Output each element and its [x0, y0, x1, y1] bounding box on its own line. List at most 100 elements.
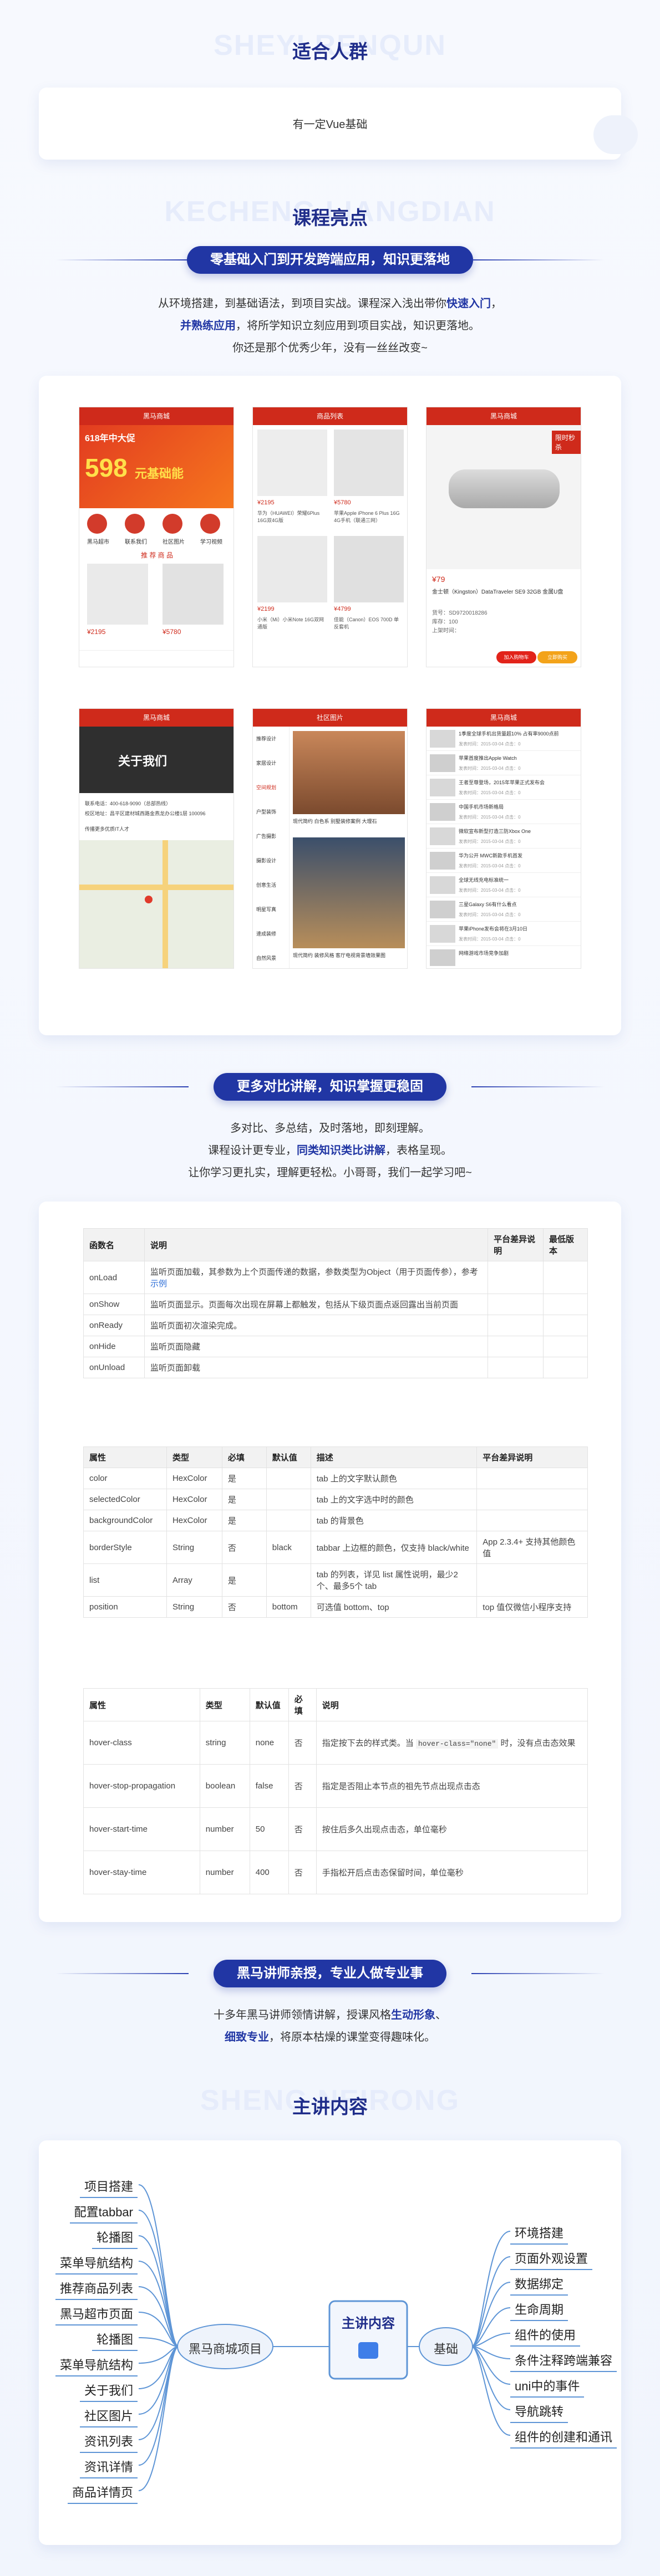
table-row: hover-start-time number 50 否按住后多久出现点击态，单位毫秒 [83, 1807, 588, 1851]
map-road [163, 840, 168, 968]
product-image[interactable] [87, 564, 148, 625]
news-item[interactable]: 华为公开 MWC新款手机首发 发表时间：2015-03-04 点击：0 [427, 849, 581, 873]
underline [79, 2197, 138, 2198]
news-item[interactable]: 全球无线充电标准统一 发表时间：2015-03-04 点击：0 [427, 873, 581, 897]
item-label: 关于我们 [84, 2384, 133, 2398]
community-photo[interactable] [293, 837, 405, 948]
category-tab[interactable]: 家居设计 [253, 751, 289, 775]
category-tab[interactable]: 明星写真 [253, 897, 289, 922]
banner-unit: 元基础能 [135, 467, 184, 481]
table-cell: 按住后多久出现点击态，单位毫秒 [316, 1807, 588, 1851]
underline [92, 2350, 138, 2351]
category-tab[interactable]: 创意生活 [253, 873, 289, 897]
news-item[interactable]: 三星Galaxy S6有什么看点 发表时间：2015-03-04 点击：0 [427, 897, 581, 922]
category-tab[interactable]: 自然风景 [253, 946, 289, 968]
tables-card: 函数名 说明 平台差异说明 最低版本 onLoad 监听页面加载，其参数为上个页… [39, 1202, 621, 1922]
divider-line [471, 259, 605, 260]
table-cell [488, 1294, 544, 1315]
table-cell: selectedColor [83, 1489, 167, 1510]
teacher-line-1: 十多年黑马讲师领情讲解，授课风格生动形象、 [0, 2004, 660, 2026]
nav-grid: 黑马超市 联系我们 社区图片 学习视频 [79, 514, 233, 547]
detail-meta: 货号：SD9720018286 [432, 610, 488, 616]
column-header: 必填 [221, 1447, 267, 1468]
table-row: color HexColor 是 tab 上的文字默认颜色 [83, 1468, 588, 1489]
table-row: onShow 监听页面显示。页面每次出现在屏幕上都触发，包括从下级页面点返回露出… [83, 1294, 588, 1315]
mindmap-left-item: 轮播图 [92, 2228, 138, 2249]
underline [92, 2248, 138, 2249]
highlights-desc: 从环境搭建，到基础语法，到项目实战。课程深入浅出带你快速入门， 并熟练应用，将所… [0, 293, 660, 359]
news-item[interactable]: 王者至尊登场，2015年苹果正式发布会 发表时间：2015-03-04 点击：0 [427, 775, 581, 800]
teacher-pill: 黑马讲师亲授，专业人做专业事 [214, 1960, 446, 1987]
map-view[interactable] [79, 840, 233, 968]
underline [55, 2324, 138, 2325]
table-cell: 监听页面隐藏 [144, 1336, 489, 1357]
nav-icon[interactable] [87, 514, 107, 534]
product-price: ¥2195 [87, 628, 106, 636]
product-image[interactable] [334, 536, 404, 602]
nav-icon[interactable] [163, 514, 182, 534]
underline [79, 2452, 138, 2453]
table-cell: tab 上的文字选中时的颜色 [310, 1489, 478, 1510]
news-item[interactable]: 1季度全球手机出货量超10% 占有率9000点前 发表时间：2015-03-04 … [427, 727, 581, 751]
buy-now-button[interactable]: 立即购买 [537, 651, 577, 663]
mindmap-right-item: uni中的事件 [510, 2376, 585, 2398]
news-item[interactable]: 中国手机市场新格局 发表时间：2015-03-04 点击：0 [427, 800, 581, 824]
photo-caption: 现代简约 装修风格 客厅电视背景墙效果图 [293, 953, 386, 958]
teacher-line-2: 细致专业，将原本枯燥的课堂变得趣味化。 [0, 2026, 660, 2048]
highlights-title: 课程亮点 [292, 208, 368, 229]
table-cell: 是 [221, 1468, 267, 1489]
lifecycle-table: 函数名 说明 平台差异说明 最低版本 onLoad 监听页面加载，其参数为上个页… [83, 1228, 588, 1378]
table-cell: number [199, 1851, 250, 1894]
table-cell: 可选值 bottom、top [310, 1596, 478, 1618]
product-image[interactable] [334, 430, 404, 496]
product-image[interactable] [257, 430, 327, 496]
table-cell: 否 [288, 1764, 317, 1808]
product-price: ¥2195 [257, 499, 275, 506]
underline [510, 2243, 568, 2245]
map-road [79, 885, 233, 890]
category-tab[interactable]: 户型装饰 [253, 800, 289, 824]
item-label: 生命周期 [515, 2303, 564, 2317]
audience-text: 有一定Vue基础 [292, 119, 368, 131]
tabbar-table: 属性 类型 必填 默认值 描述 平台差异说明 color HexColor 是 tab… [83, 1447, 588, 1618]
mindmap-right-item: 生命周期 [510, 2300, 568, 2321]
table-header-row: 函数名 说明 平台差异说明 最低版本 [83, 1228, 588, 1261]
nav-icon[interactable] [200, 514, 220, 534]
table-cell: 是 [221, 1489, 267, 1510]
category-tab[interactable]: 速成装修 [253, 922, 289, 946]
category-tab[interactable]: 推荐设计 [253, 727, 289, 751]
category-tab-active[interactable]: 空间规划 [253, 775, 289, 800]
app-title-bar: 黑马商城 [427, 407, 581, 425]
community-photo[interactable] [293, 731, 405, 814]
map-pin-icon [145, 896, 153, 903]
category-tab[interactable]: 摄影设计 [253, 849, 289, 873]
table-cell [266, 1489, 311, 1510]
underline [510, 2396, 585, 2398]
phone-community: 社区图片 推荐设计 家居设计 空间规划 户型装饰 广告摄影 摄影设计 创意生活 … [252, 708, 408, 969]
table-cell [266, 1468, 311, 1489]
mindmap-left-item: 商品详情页 [67, 2483, 138, 2504]
nav-icon[interactable] [125, 514, 145, 534]
news-item[interactable]: 苹果iPhone发布会将在3月10日 发表时间：2015-03-04 点击：0 [427, 922, 581, 946]
news-item[interactable]: 网络游戏市场竞争加剧 [427, 946, 581, 968]
table-cell: String [166, 1596, 222, 1618]
item-label: 组件的创建和通讯 [515, 2430, 613, 2444]
news-item[interactable]: 苹果首度推出Apple Watch 发表时间：2015-03-04 点击：0 [427, 751, 581, 775]
highlight-text: 并熟练应用 [180, 320, 236, 332]
table-cell: onUnload [83, 1357, 145, 1378]
product-image[interactable] [257, 536, 327, 602]
example-link[interactable]: 示例 [150, 1279, 167, 1289]
news-item[interactable]: 微软宣布新型打造三防Xbox One 发表时间：2015-03-04 点击：0 [427, 824, 581, 849]
banner-price: 598 [85, 453, 128, 482]
product-image[interactable] [163, 564, 224, 625]
table-cell [543, 1261, 588, 1294]
add-cart-button[interactable]: 加入购物车 [496, 651, 536, 663]
item-label: 导航跳转 [515, 2405, 564, 2419]
nav-label: 黑马超市 [87, 539, 109, 545]
item-label: 轮播图 [96, 2333, 133, 2347]
news-meta: 发表时间：2015-03-04 点击：0 [459, 839, 521, 844]
mindmap-left-item: 项目搭建 [79, 2177, 138, 2198]
table-cell: tab 上的文字默认颜色 [310, 1468, 478, 1489]
category-tab[interactable]: 广告摄影 [253, 824, 289, 849]
table-cell: bottom [266, 1596, 311, 1618]
